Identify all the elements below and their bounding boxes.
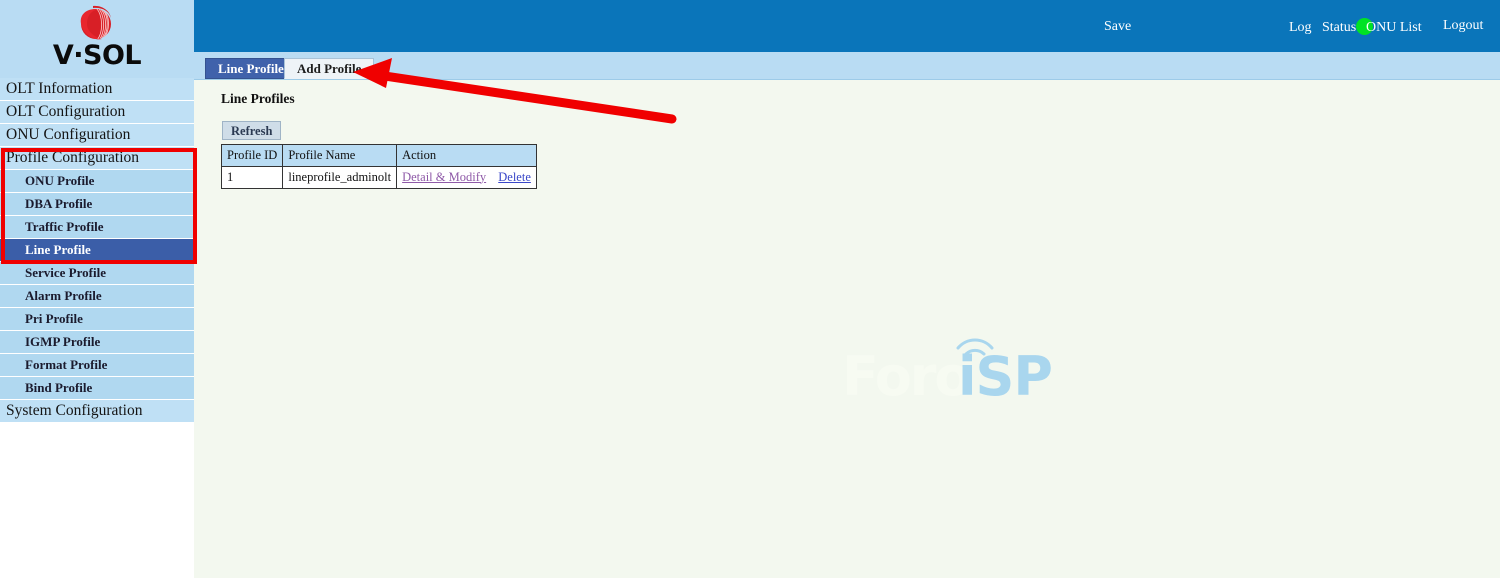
sidebar-item-olt-information[interactable]: OLT Information bbox=[0, 78, 194, 101]
brand-logo-text: V·SOL bbox=[52, 40, 142, 71]
page-title: Line Profiles bbox=[221, 91, 295, 106]
sidebar-item-traffic-profile[interactable]: Traffic Profile bbox=[0, 216, 194, 239]
sidebar-item-onu-profile[interactable]: ONU Profile bbox=[0, 170, 194, 193]
sidebar: V·SOL OLT Information OLT Configuration … bbox=[0, 0, 194, 578]
sidebar-item-system-configuration[interactable]: System Configuration bbox=[0, 400, 194, 423]
sidebar-item-line-profile[interactable]: Line Profile bbox=[0, 239, 194, 262]
vsol-sphere-logo-icon bbox=[80, 5, 111, 40]
column-header-profile-id: Profile ID bbox=[220, 144, 284, 167]
sidebar-item-olt-configuration[interactable]: OLT Configuration bbox=[0, 101, 194, 124]
sidebar-item-dba-profile[interactable]: DBA Profile bbox=[0, 193, 194, 216]
column-header-profile-name: Profile Name bbox=[282, 144, 398, 167]
logout-link[interactable]: Logout bbox=[1443, 18, 1483, 34]
sidebar-item-profile-configuration[interactable]: Profile Configuration bbox=[0, 147, 194, 170]
refresh-button[interactable]: Refresh bbox=[222, 121, 282, 140]
foroisp-watermark: Foro iSP bbox=[842, 328, 1053, 408]
brand-logo-area: V·SOL bbox=[0, 0, 194, 78]
column-header-action: Action bbox=[396, 144, 537, 167]
table-row: 1 lineprofile_adminolt Detail & Modify D… bbox=[220, 166, 537, 189]
sidebar-item-bind-profile[interactable]: Bind Profile bbox=[0, 377, 194, 400]
sidebar-item-format-profile[interactable]: Format Profile bbox=[0, 354, 194, 377]
sidebar-menu: OLT Information OLT Configuration ONU Co… bbox=[0, 78, 194, 423]
table-header-row: Profile ID Profile Name Action bbox=[220, 144, 537, 167]
cell-profile-id: 1 bbox=[220, 166, 284, 189]
delete-link[interactable]: Delete bbox=[498, 170, 531, 184]
cell-actions: Detail & Modify Delete bbox=[396, 166, 537, 189]
sidebar-item-service-profile[interactable]: Service Profile bbox=[0, 262, 194, 285]
cell-profile-name: lineprofile_adminolt bbox=[282, 166, 398, 189]
tab-add-profile[interactable]: Add Profile bbox=[284, 58, 375, 79]
sidebar-item-onu-configuration[interactable]: ONU Configuration bbox=[0, 124, 194, 147]
top-header-bar: Save Log Status ONU List Logout bbox=[194, 0, 1500, 52]
watermark-text-foro: Foro bbox=[842, 345, 972, 408]
tab-strip: Line Profile Add Profile bbox=[194, 52, 1500, 80]
detail-and-modify-link[interactable]: Detail & Modify bbox=[402, 170, 486, 184]
onu-list-link[interactable]: ONU List bbox=[1366, 20, 1422, 36]
sidebar-item-pri-profile[interactable]: Pri Profile bbox=[0, 308, 194, 331]
vsol-olt-web-ui: V·SOL OLT Information OLT Configuration … bbox=[0, 0, 1500, 578]
sidebar-item-igmp-profile[interactable]: IGMP Profile bbox=[0, 331, 194, 354]
watermark-text-isp: iSP bbox=[958, 345, 1053, 408]
wifi-signal-arc-icon bbox=[956, 338, 994, 356]
status-link[interactable]: Status bbox=[1322, 20, 1356, 36]
log-link[interactable]: Log bbox=[1289, 20, 1312, 36]
main-content: Line Profiles Refresh Profile ID Profile… bbox=[194, 80, 1500, 578]
line-profiles-table: Profile ID Profile Name Action 1 linepro… bbox=[220, 144, 537, 189]
save-button[interactable]: Save bbox=[1104, 19, 1131, 35]
sidebar-item-alarm-profile[interactable]: Alarm Profile bbox=[0, 285, 194, 308]
